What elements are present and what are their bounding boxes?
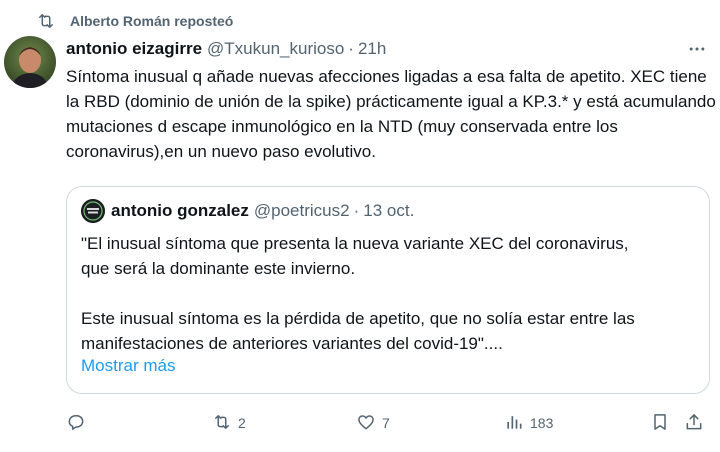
views-count: 183 [530,415,554,431]
quoted-tweet-timestamp[interactable]: 13 oct. [363,201,414,221]
views-button[interactable]: 183 [504,410,553,436]
repost-header[interactable]: Alberto Román reposteó [36,10,233,32]
author-handle[interactable]: @Txukun_kurioso [207,39,344,59]
author-name[interactable]: antonio eizagirre [66,39,202,59]
quoted-tweet-header: antonio gonzalez @poetricus2 · 13 oct. [81,199,414,223]
tweet-header: antonio eizagirre @Txukun_kurioso · 21h [66,38,386,60]
bookmark-icon [650,412,670,435]
separator-dot: · [348,39,354,58]
like-button[interactable]: 7 [356,410,390,436]
reply-button[interactable] [66,410,86,436]
tweet-actions: 2 7 183 [66,410,710,436]
show-more-link[interactable]: Mostrar más [81,356,175,376]
repost-icon [212,412,232,435]
separator-dot: · [353,201,360,220]
views-icon [504,412,524,435]
heart-icon [356,412,376,435]
quoted-tweet-text: "El inusual síntoma que presenta la nuev… [81,234,635,353]
reply-icon [66,412,86,435]
tweet-timestamp[interactable]: 21h [358,39,386,59]
more-options-icon[interactable] [686,38,708,60]
bookmark-button[interactable] [650,410,670,436]
quoted-author-avatar [81,199,105,223]
quoted-tweet[interactable]: antonio gonzalez @poetricus2 · 13 oct. "… [66,186,710,394]
quoted-author-name[interactable]: antonio gonzalez [111,201,249,221]
share-icon [684,412,704,435]
share-button[interactable] [684,410,704,436]
repost-icon [36,11,56,31]
tweet-text: Síntoma inusual q añade nuevas afeccione… [66,67,716,161]
quoted-author-handle[interactable]: @poetricus2 [254,201,350,221]
repost-text: Alberto Román reposteó [70,13,234,29]
repost-button[interactable]: 2 [212,410,246,436]
like-count: 7 [382,415,390,431]
author-avatar[interactable] [4,36,56,88]
repost-count: 2 [238,415,246,431]
